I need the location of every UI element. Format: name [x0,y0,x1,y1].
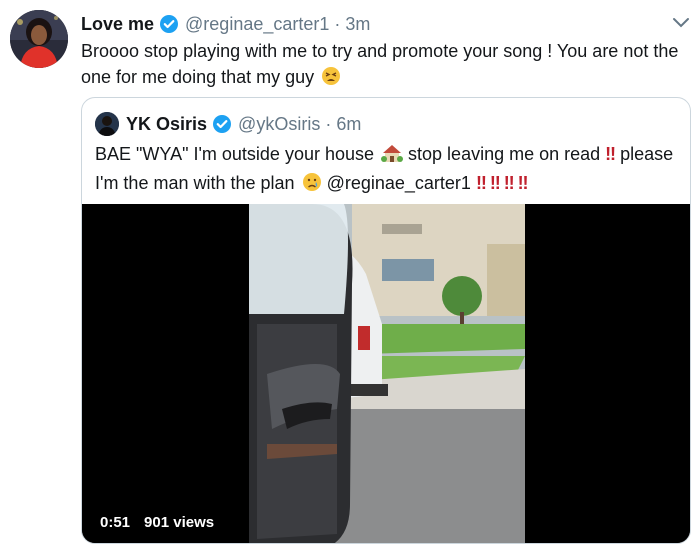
quote-text-part2: stop leaving me on read [408,144,601,164]
video-meta: 0:51 901 views [100,514,214,531]
house-with-garden-icon [381,143,404,170]
quote-handle[interactable]: @ykOsiris [238,114,320,135]
tweet-text: Broooo stop playing with me to try and p… [81,38,686,93]
chevron-down-icon[interactable] [672,16,690,30]
quote-header: YK Osiris @ykOsiris · 6m [126,112,361,136]
video-duration: 0:51 [100,514,131,531]
quote-display-name[interactable]: YK Osiris [126,114,207,135]
video-player[interactable]: 0:51 901 views [82,204,690,543]
crying-face-icon [302,172,322,199]
verified-badge-icon [159,14,179,34]
mention-link[interactable]: @reginae_carter1 [327,173,471,193]
display-name[interactable]: Love me [81,14,154,35]
tweet-header: Love me @reginae_carter1 · 3m [81,12,370,36]
quote-timestamp[interactable]: 6m [336,114,361,135]
video-views: 901 views [144,514,215,531]
timestamp[interactable]: 3m [345,14,370,35]
quoted-tweet[interactable]: YK Osiris @ykOsiris · 6m BAE "WYA" I'm o… [81,97,691,544]
tweet[interactable]: Love me @reginae_carter1 · 3m Broooo sto… [0,0,700,548]
quote-avatar[interactable] [95,112,119,136]
separator-dot: · [325,113,332,134]
quote-text-part1: BAE "WYA" I'm outside your house [95,144,374,164]
video-frame [82,204,690,543]
tweet-body: Broooo stop playing with me to try and p… [81,41,679,87]
avatar[interactable] [10,10,68,68]
exclamation-marks: ‼ ‼ ‼ ‼ [475,173,528,193]
tired-face-icon [321,66,341,93]
handle[interactable]: @reginae_carter1 [185,14,329,35]
separator-dot: · [334,13,341,34]
quote-text: BAE "WYA" I'm outside your house stop le… [95,141,685,199]
double-exclamation-icon: ‼ [605,144,616,164]
verified-badge-icon [212,114,232,134]
